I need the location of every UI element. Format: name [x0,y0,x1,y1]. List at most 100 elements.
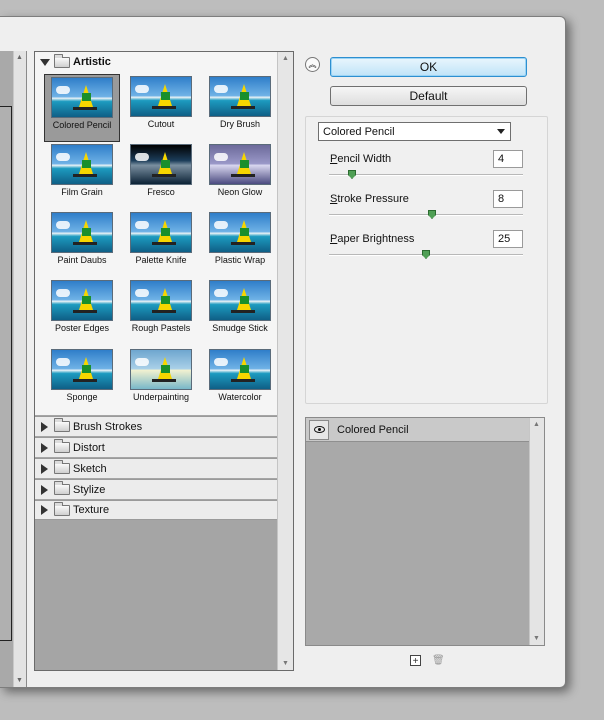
collapsed-triangle-icon[interactable] [41,442,48,453]
thumb-sail2 [240,296,249,304]
thumb-cloud [214,289,228,297]
thumb-sail2 [82,228,91,236]
filter-thumb-neon-glow[interactable]: Neon Glow [202,142,278,210]
dropdown-arrow-icon[interactable] [497,129,505,134]
trash-icon[interactable]: 🗑 [432,655,445,666]
filter-thumb-fresco[interactable]: Fresco [123,142,199,210]
filter-thumb-palette-knife[interactable]: Palette Knife [123,210,199,278]
filter-thumb-label: Dry Brush [219,119,260,129]
category-header-artistic[interactable]: Artistic [35,52,277,72]
param-label: Pencil Width [330,153,391,165]
thumb-sail2 [240,160,249,168]
filter-preview-image [130,144,192,185]
filter-preview-image [51,280,113,321]
param-slider-track[interactable] [329,210,523,219]
thumb-cloud [214,153,228,161]
layers-scrollbar[interactable]: ▲ ▼ [529,418,544,645]
category-label: Sketch [73,462,107,475]
thumb-cloud [56,153,70,161]
scroll-up-arrow-icon[interactable]: ▲ [533,421,540,428]
gallery-scrollbar[interactable]: ▲ ▼ [277,52,293,670]
collapsed-triangle-icon[interactable] [41,463,48,474]
thumb-hull [231,310,255,313]
filter-select[interactable]: Colored Pencil [318,122,511,141]
scroll-down-arrow-icon[interactable]: ▼ [16,677,23,684]
filter-thumb-watercolor[interactable]: Watercolor [202,347,278,415]
param-label-text: encil Width [337,153,392,165]
scroll-down-arrow-icon[interactable]: ▼ [533,635,540,642]
category-texture[interactable]: Texture [35,500,277,520]
thumb-sail2 [161,365,170,373]
collapsed-triangle-icon[interactable] [41,505,48,515]
effect-layer-row[interactable]: Colored Pencil [306,418,530,442]
category-artistic: Artistic Colored Pencil Cutout Dry Brush Fi… [35,52,277,415]
thumb-hull [231,379,255,382]
scroll-up-arrow-icon[interactable]: ▲ [282,55,289,62]
category-label: Texture [73,504,110,516]
category-distort[interactable]: Distort [35,437,277,457]
scroll-up-arrow-icon[interactable]: ▲ [16,54,23,61]
category-label: Artistic [73,56,111,68]
thumb-cloud [135,358,149,366]
filter-thumb-dry-brush[interactable]: Dry Brush [202,74,278,142]
scroll-down-arrow-icon[interactable]: ▼ [282,660,289,667]
filter-preview-image [51,349,113,390]
filter-thumb-cutout[interactable]: Cutout [123,74,199,142]
filter-thumb-paint-daubs[interactable]: Paint Daubs [44,210,120,278]
param-value-input[interactable]: 25 [493,230,523,248]
filter-preview-image [209,349,271,390]
filter-preview-image [130,76,192,117]
param-slider-track[interactable] [329,170,523,179]
filter-preview-image [209,212,271,253]
thumb-hull [152,310,176,313]
filter-preview-image [130,212,192,253]
filter-thumb-sponge[interactable]: Sponge [44,347,120,415]
filter-preview-image [51,212,113,253]
default-button[interactable]: Default [330,86,527,106]
filter-select-value: Colored Pencil [323,125,395,138]
param-slider-track[interactable] [329,250,523,259]
filter-thumb-colored-pencil[interactable]: Colored Pencil [44,74,120,142]
filter-thumb-film-grain[interactable]: Film Grain [44,142,120,210]
filter-thumb-label: Palette Knife [135,255,187,265]
effect-layer-name: Colored Pencil [337,423,409,436]
thumb-cloud [214,85,228,93]
category-stylize[interactable]: Stylize [35,479,277,499]
thumb-cloud [135,221,149,229]
category-brush-strokes[interactable]: Brush Strokes [35,416,277,436]
filter-thumb-label: Cutout [147,119,175,129]
category-sketch[interactable]: Sketch [35,458,277,478]
filter-thumb-label: Plastic Wrap [214,255,266,265]
filter-thumb-rough-pastels[interactable]: Rough Pastels [123,278,199,346]
thumb-cloud [135,85,149,93]
thumb-sail2 [161,160,170,168]
preview-canvas[interactable]: ▲ ▼ [0,51,27,687]
ok-button[interactable]: OK [330,57,527,77]
filter-thumb-label: Colored Pencil [52,120,112,130]
hide-gallery-button[interactable]: ︽ [305,57,320,72]
thumb-sail2 [82,160,91,168]
filter-thumb-smudge-stick[interactable]: Smudge Stick [202,278,278,346]
param-value-input[interactable]: 4 [493,150,523,168]
thumb-hull [73,174,97,177]
collapsed-triangle-icon[interactable] [41,484,48,495]
collapsed-triangle-icon[interactable] [41,421,48,432]
param-value-input[interactable]: 8 [493,190,523,208]
param-label-text: troke Pressure [337,193,409,205]
filter-thumb-poster-edges[interactable]: Poster Edges [44,278,120,346]
preview-scrollbar[interactable]: ▲ ▼ [13,51,26,687]
visibility-toggle[interactable] [309,419,329,440]
filter-thumb-underpainting[interactable]: Underpainting [123,347,199,415]
filter-thumb-label: Underpainting [132,392,190,402]
filter-preview-image [130,280,192,321]
filter-thumb-label: Watercolor [218,392,262,402]
filter-thumb-plastic-wrap[interactable]: Plastic Wrap [202,210,278,278]
preview-image-edge [0,106,12,641]
thumb-hull [73,107,97,110]
double-chevron-up-icon: ︽ [308,59,317,69]
folder-icon [54,481,70,495]
thumb-hull [231,106,255,109]
thumb-hull [73,242,97,245]
new-effect-layer-icon[interactable]: + [410,655,421,667]
expand-triangle-icon[interactable] [40,58,50,66]
